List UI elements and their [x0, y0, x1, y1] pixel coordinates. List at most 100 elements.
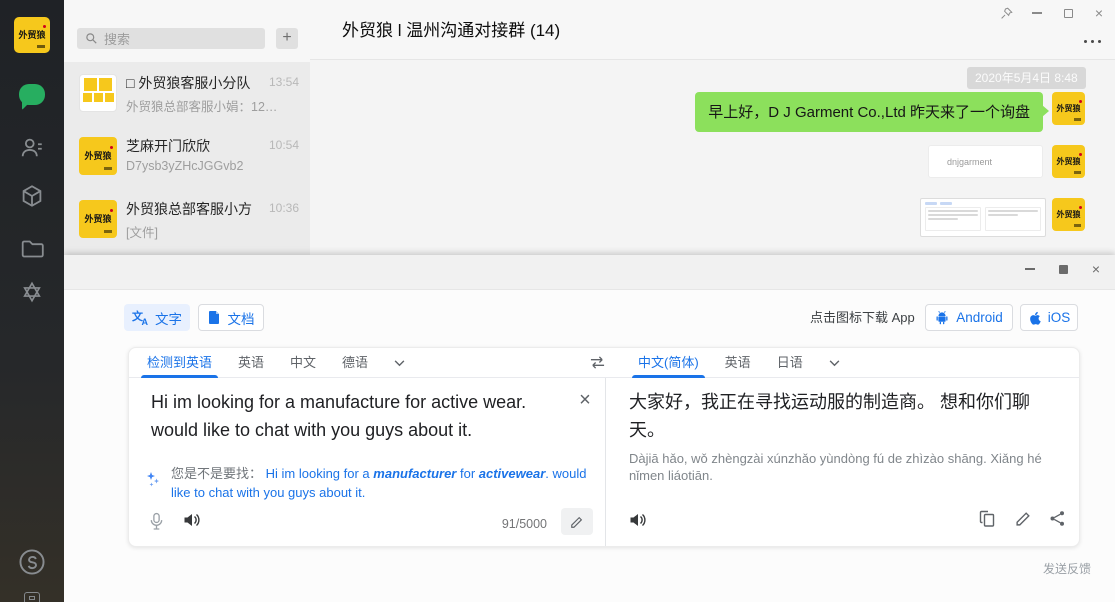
avatar-registered-mark [1079, 153, 1082, 156]
sparkle-icon [145, 470, 162, 488]
sidebar-item-contacts[interactable] [0, 136, 64, 160]
ios-label: iOS [1048, 310, 1071, 325]
share-translation-icon[interactable] [1049, 510, 1066, 527]
mini-program-icon[interactable] [24, 592, 40, 602]
date-badge: 2020年5月4日 8:48 [967, 67, 1086, 89]
avatar-subtext [1074, 171, 1081, 174]
ios-download-button[interactable]: iOS [1020, 304, 1078, 331]
chat-item-title: □ 外贸狼客服小分队 [126, 73, 250, 93]
panel-divider [605, 378, 606, 546]
avatar: 外贸狼 [79, 137, 117, 175]
add-chat-button[interactable]: + [276, 28, 298, 49]
suggest-edit-icon[interactable] [1015, 510, 1032, 527]
handwriting-button[interactable] [561, 508, 593, 535]
avatar-registered-mark [110, 146, 113, 149]
pinyin-transliteration: Dàjiā hǎo, wǒ zhèngzài xúnzhǎo yùndòng f… [629, 450, 1073, 484]
list-item-service-xiaofang[interactable]: 外贸狼 外贸狼总部客服小方 10:36 [文件] [64, 190, 310, 253]
listen-translation-icon[interactable] [629, 512, 647, 528]
tab-german[interactable]: 德语 [342, 348, 368, 378]
tab-chinese-simplified[interactable]: 中文(简体) [638, 348, 699, 378]
maximize-button[interactable] [1056, 262, 1070, 276]
chat-item-time: 10:54 [269, 138, 299, 152]
search-placeholder: 搜索 [104, 29, 130, 48]
link-card-text: dnjgarment [947, 146, 992, 178]
conversation-header: 外贸狼 l 温州沟通对接群 (14) × [310, 0, 1115, 60]
sender-avatar[interactable]: 外贸狼 [1052, 198, 1085, 231]
sidebar-item-products[interactable] [0, 184, 64, 208]
android-icon [935, 310, 949, 325]
clear-text-button[interactable]: × [575, 390, 595, 410]
avatar-subtext [1074, 224, 1081, 227]
search-icon [85, 32, 98, 45]
suggestion-text: for [456, 466, 478, 481]
copy-translation-icon[interactable] [979, 510, 996, 528]
document-mode-label: 文档 [228, 308, 255, 328]
tab-english[interactable]: 英语 [725, 348, 751, 378]
list-item-service-team[interactable]: □ 外贸狼客服小分队 13:54 外贸狼总部客服小娟：12… [64, 64, 310, 127]
tab-detected-english[interactable]: 检测到英语 [147, 348, 212, 378]
android-download-button[interactable]: Android [925, 304, 1013, 331]
chat-item-time: 10:36 [269, 201, 299, 215]
microphone-icon[interactable] [149, 512, 164, 531]
spelling-suggestion[interactable]: 您是不是要找： Hi im looking for a manufacturer… [171, 464, 595, 502]
chat-item-preview: 外贸狼总部客服小娟：12… [126, 96, 277, 115]
translator-titlebar[interactable]: × [64, 255, 1115, 290]
source-text-input[interactable]: Hi im looking for a manufacture for acti… [151, 388, 567, 444]
phone-link-icon [18, 548, 46, 576]
close-button[interactable]: × [1089, 262, 1103, 276]
logo-subtext [37, 45, 45, 48]
sidebar-item-files[interactable] [0, 237, 64, 261]
sender-avatar[interactable]: 外贸狼 [1052, 145, 1085, 178]
app-window: 外贸狼 [0, 0, 1115, 602]
chat-item-title: 外贸狼总部客服小方 [126, 199, 252, 219]
more-menu-icon[interactable] [1084, 36, 1101, 46]
hex-star-icon [20, 280, 44, 304]
sender-avatar[interactable]: 外贸狼 [1052, 92, 1085, 125]
group-avatar [79, 74, 117, 112]
tab-english[interactable]: 英语 [238, 348, 264, 378]
suggestion-prefix: 您是不是要找： [171, 466, 262, 481]
listen-source-icon[interactable] [183, 512, 201, 528]
minimize-button[interactable] [1030, 6, 1044, 20]
swap-languages-icon[interactable] [589, 355, 606, 370]
message-bubble: 早上好，D J Garment Co.,Ltd 昨天来了一个询盘 [695, 92, 1043, 132]
app-logo[interactable]: 外贸狼 [14, 17, 50, 53]
minimize-button[interactable] [1023, 262, 1037, 276]
sidebar-item-apps[interactable] [0, 280, 64, 304]
apple-icon [1028, 310, 1041, 325]
avatar-text: 外贸狼 [1052, 103, 1085, 114]
close-button[interactable]: × [1092, 6, 1106, 20]
suggestion-correction: manufacturer [373, 466, 456, 481]
send-feedback-link[interactable]: 发送反馈 [1043, 560, 1091, 577]
cube-icon [20, 184, 44, 208]
sidebar-item-chats[interactable] [0, 84, 64, 105]
chat-list-header: 搜索 + [64, 0, 310, 62]
logo-registered-mark [43, 25, 46, 28]
message-image-thumbnail[interactable] [920, 198, 1046, 237]
download-hint: 点击图标下载 App [810, 304, 915, 331]
avatar-registered-mark [110, 209, 113, 212]
translate-card: 检测到英语 英语 中文 德语 中文(简体) 英语 日语 [128, 347, 1080, 547]
text-mode-label: 文字 [155, 308, 182, 328]
list-item-zhima[interactable]: 外贸狼 芝麻开门欣欣 10:54 D7ysb3yZHcJGGvb2 [64, 127, 310, 190]
document-mode-button[interactable]: 文档 [198, 304, 264, 331]
tab-chinese[interactable]: 中文 [290, 348, 316, 378]
avatar-text: 外贸狼 [1052, 156, 1085, 167]
chevron-down-icon[interactable] [829, 360, 840, 367]
message-link-card[interactable]: dnjgarment [928, 145, 1043, 178]
pencil-icon [570, 515, 584, 529]
target-language-tabs: 中文(简体) 英语 日语 [638, 348, 840, 378]
chat-bubble-icon [19, 84, 45, 105]
text-mode-button[interactable]: 文A 文字 [124, 304, 190, 331]
sidebar-item-phone-link[interactable] [0, 548, 64, 576]
search-input[interactable]: 搜索 [77, 28, 265, 49]
tab-japanese[interactable]: 日语 [777, 348, 803, 378]
translator-window-controls: × [1023, 262, 1103, 276]
chat-item-preview: D7ysb3yZHcJGGvb2 [126, 159, 243, 173]
avatar: 外贸狼 [79, 200, 117, 238]
maximize-button[interactable] [1061, 6, 1075, 20]
pin-icon[interactable] [999, 6, 1013, 20]
translate-icon: 文A [132, 310, 148, 325]
chevron-down-icon[interactable] [394, 360, 405, 367]
avatar-subtext [104, 167, 112, 170]
